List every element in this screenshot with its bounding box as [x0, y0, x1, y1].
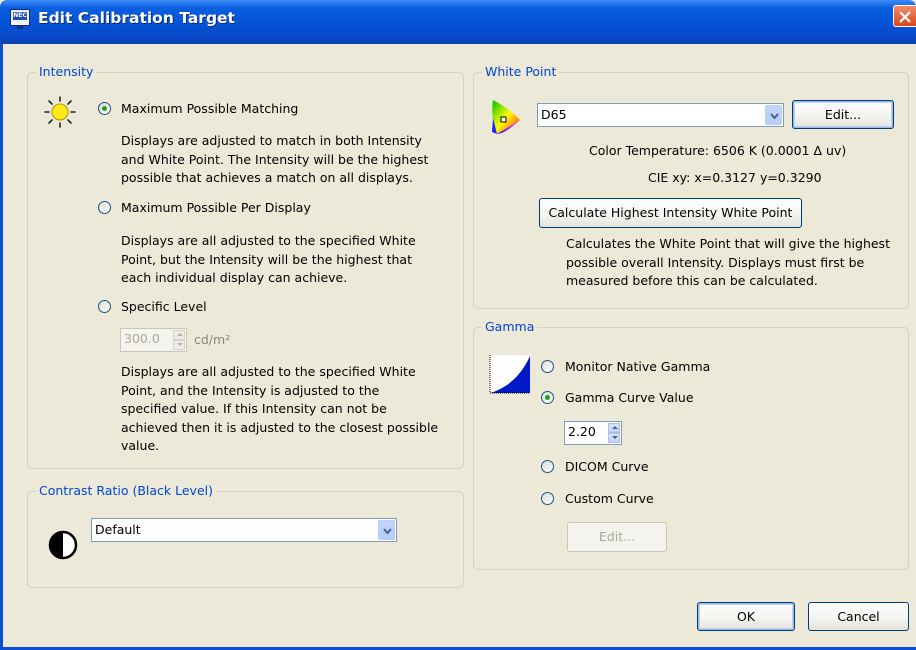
- gamma-curve-icon: [489, 355, 530, 394]
- label-monitor-native-gamma: Monitor Native Gamma: [565, 359, 711, 374]
- intensity-legend: Intensity: [36, 64, 97, 80]
- radio-custom-curve[interactable]: [541, 492, 554, 505]
- label-specific-level: Specific Level: [121, 299, 207, 314]
- radio-dicom-curve[interactable]: [541, 460, 554, 473]
- label-dicom-curve: DICOM Curve: [565, 459, 649, 474]
- monitor-app-icon: NEC: [10, 9, 30, 29]
- label-gamma-curve-value: Gamma Curve Value: [565, 390, 694, 405]
- gamma-value-stepper[interactable]: 2.20: [564, 421, 622, 445]
- label-maximum-possible-matching: Maximum Possible Matching: [121, 101, 299, 116]
- close-button[interactable]: [893, 5, 916, 27]
- description-maximum-possible-per-display: Displays are all adjusted to the specifi…: [121, 233, 416, 285]
- dropdown-arrow-button[interactable]: [765, 105, 782, 125]
- dropdown-arrow-button[interactable]: [378, 520, 395, 540]
- calculate-white-point-button[interactable]: Calculate Highest Intensity White Point: [539, 198, 802, 228]
- white-point-edit-button[interactable]: Edit...: [792, 100, 894, 129]
- chevron-down-icon: [770, 113, 779, 120]
- window-title: Edit Calibration Target: [38, 9, 235, 27]
- contrast-icon: [48, 530, 78, 560]
- title-bar: NEC Edit Calibration Target: [0, 0, 916, 44]
- calculate-description: Calculates the White Point that will giv…: [566, 236, 890, 288]
- color-gamut-icon: [492, 100, 520, 134]
- custom-curve-edit-button[interactable]: Edit...: [567, 522, 667, 552]
- spin-up-button[interactable]: [608, 423, 620, 433]
- description-maximum-possible-matching: Displays are adjusted to match in both I…: [121, 133, 429, 185]
- ok-button[interactable]: OK: [697, 602, 795, 631]
- cie-xy-readout: CIE xy: x=0.3127 y=0.3290: [648, 170, 822, 185]
- radio-maximum-possible-per-display[interactable]: [98, 201, 111, 214]
- cancel-button[interactable]: Cancel: [808, 602, 909, 631]
- radio-maximum-possible-matching[interactable]: [98, 102, 111, 115]
- intensity-unit-label: cd/m²: [194, 332, 231, 347]
- close-icon: [899, 11, 911, 23]
- radio-gamma-curve-value[interactable]: [541, 391, 554, 404]
- white-point-dropdown[interactable]: D65: [537, 103, 784, 127]
- spin-up-button[interactable]: [173, 330, 185, 340]
- chevron-down-icon: [383, 528, 392, 535]
- radio-specific-level[interactable]: [98, 300, 111, 313]
- spin-down-button[interactable]: [173, 340, 185, 350]
- contrast-ratio-legend: Contrast Ratio (Black Level): [36, 483, 216, 499]
- color-temperature-readout: Color Temperature: 6506 K (0.0001 Δ uv): [589, 143, 847, 158]
- gamma-legend: Gamma: [482, 319, 538, 335]
- radio-monitor-native-gamma[interactable]: [541, 360, 554, 373]
- sun-icon: [44, 96, 76, 128]
- label-maximum-possible-per-display: Maximum Possible Per Display: [121, 200, 311, 215]
- description-specific-level: Displays are all adjusted to the specifi…: [121, 364, 439, 453]
- white-point-legend: White Point: [482, 64, 560, 80]
- contrast-ratio-dropdown[interactable]: Default: [91, 518, 397, 542]
- label-custom-curve: Custom Curve: [565, 491, 654, 506]
- spin-down-button[interactable]: [608, 433, 620, 443]
- intensity-level-stepper[interactable]: 300.0: [120, 328, 187, 352]
